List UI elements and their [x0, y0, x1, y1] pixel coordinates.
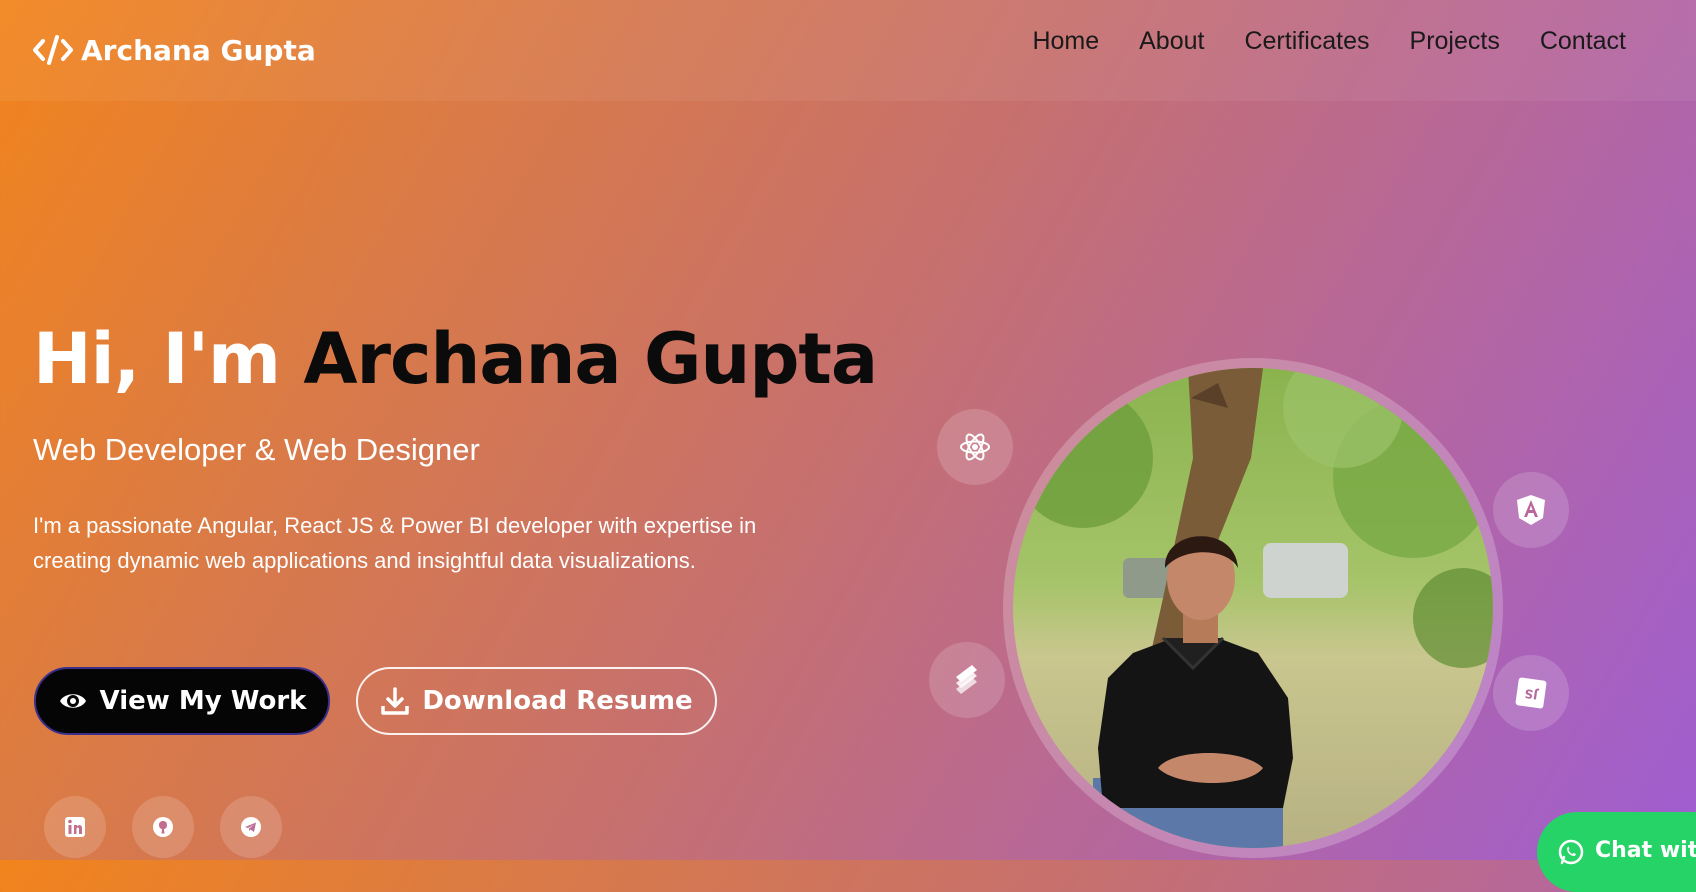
hero-subtitle: Web Developer & Web Designer — [33, 432, 480, 467]
linkedin-icon — [65, 817, 85, 837]
whatsapp-icon — [1558, 839, 1584, 865]
whatsapp-chat-label: Chat with — [1595, 838, 1696, 863]
nav-link-projects[interactable]: Projects — [1410, 27, 1500, 56]
react-badge — [937, 409, 1013, 485]
power-bi-badge — [929, 642, 1005, 718]
javascript-badge: JS — [1493, 655, 1569, 731]
nav-link-contact[interactable]: Contact — [1540, 27, 1626, 56]
profile-photo-illustration — [1013, 368, 1493, 848]
brand-logo[interactable]: Archana Gupta — [33, 30, 316, 70]
eye-icon — [59, 694, 86, 708]
angular-badge — [1493, 472, 1569, 548]
whatsapp-chat-button[interactable]: Chat with — [1537, 812, 1696, 892]
hero-greeting: Hi, I'm — [33, 318, 304, 400]
github-icon — [153, 817, 173, 837]
view-my-work-label: View My Work — [99, 686, 307, 716]
nav-link-home[interactable]: Home — [1032, 27, 1099, 56]
view-my-work-button[interactable]: View My Work — [34, 667, 330, 735]
download-resume-label: Download Resume — [422, 686, 693, 716]
github-link[interactable] — [132, 796, 194, 858]
nav-menu: Home About Certificates Projects Contact — [1032, 27, 1626, 56]
hero-name: Archana Gupta — [303, 318, 878, 400]
brand-name: Archana Gupta — [81, 33, 316, 67]
svg-text:JS: JS — [1524, 686, 1540, 702]
react-icon — [960, 433, 990, 461]
hero-title: Hi, I'm Archana Gupta — [33, 318, 878, 400]
javascript-icon: JS — [1515, 677, 1547, 709]
profile-photo — [1013, 368, 1493, 848]
download-icon — [381, 687, 410, 715]
telegram-icon — [241, 817, 261, 837]
nav-link-about[interactable]: About — [1139, 27, 1204, 56]
nav-link-certificates[interactable]: Certificates — [1244, 27, 1369, 56]
navbar: Archana Gupta Home About Certificates Pr… — [0, 0, 1696, 101]
code-icon — [33, 35, 73, 65]
linkedin-link[interactable] — [44, 796, 106, 858]
hero-description: I'm a passionate Angular, React JS & Pow… — [33, 513, 757, 573]
telegram-link[interactable] — [220, 796, 282, 858]
power-bi-icon — [956, 665, 977, 694]
download-resume-button[interactable]: Download Resume — [356, 667, 717, 735]
angular-icon — [1517, 495, 1545, 525]
